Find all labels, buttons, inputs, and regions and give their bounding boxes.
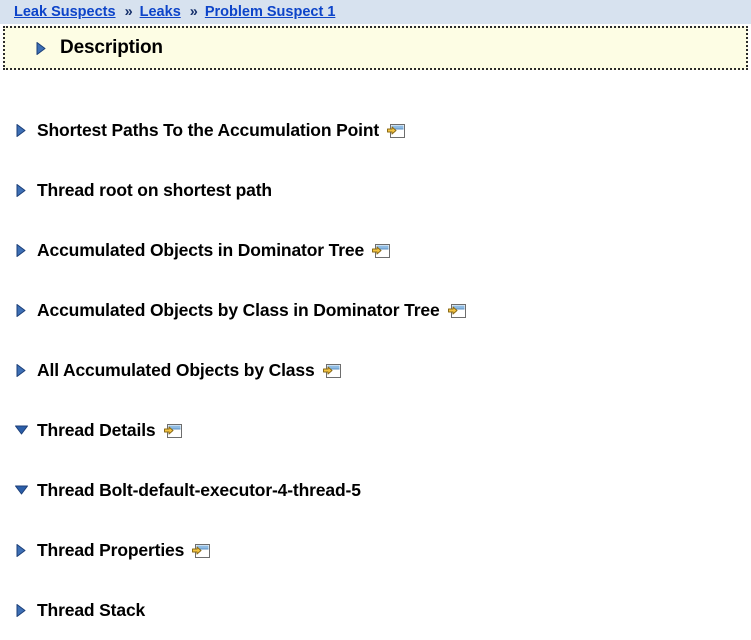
triangle-down-icon[interactable] [14, 422, 28, 438]
open-in-pane-icon[interactable] [322, 363, 341, 380]
breadcrumb-link-problem-suspect-1[interactable]: Problem Suspect 1 [205, 4, 336, 20]
open-in-pane-icon[interactable] [447, 303, 466, 320]
breadcrumb-separator: » [124, 4, 133, 20]
section-row[interactable]: Thread Properties [0, 520, 751, 580]
breadcrumb-separator: » [189, 4, 198, 20]
section-row[interactable]: All Accumulated Objects by Class [0, 340, 751, 400]
triangle-right-icon[interactable] [14, 242, 28, 258]
section-row[interactable]: Thread Details [0, 400, 751, 460]
section-list: Shortest Paths To the Accumulation Point… [0, 100, 751, 640]
open-in-pane-icon[interactable] [163, 423, 182, 440]
triangle-down-icon[interactable] [14, 482, 28, 498]
breadcrumb-link-leak-suspects[interactable]: Leak Suspects [14, 4, 116, 20]
section-title: Thread Details [37, 419, 156, 440]
triangle-right-icon[interactable] [34, 40, 48, 56]
triangle-right-icon[interactable] [14, 542, 28, 558]
section-row[interactable]: Accumulated Objects in Dominator Tree [0, 220, 751, 280]
section-title: Thread Properties [37, 539, 185, 560]
triangle-right-icon[interactable] [14, 302, 28, 318]
section-row[interactable]: Thread Bolt-default-executor-4-thread-5 [0, 460, 751, 520]
section-title: Thread Stack [37, 599, 146, 620]
breadcrumb: Leak Suspects » Leaks » Problem Suspect … [0, 0, 751, 24]
section-row[interactable]: Thread Stack [0, 580, 751, 640]
section-title: Thread Bolt-default-executor-4-thread-5 [37, 479, 361, 500]
open-in-pane-icon[interactable] [372, 243, 391, 260]
triangle-right-icon[interactable] [14, 182, 28, 198]
description-panel: Description [3, 26, 748, 70]
section-row[interactable]: Shortest Paths To the Accumulation Point [0, 100, 751, 160]
section-title: Accumulated Objects by Class in Dominato… [37, 299, 440, 320]
triangle-right-icon[interactable] [14, 362, 28, 378]
triangle-right-icon[interactable] [14, 602, 28, 618]
section-title: Shortest Paths To the Accumulation Point [37, 119, 380, 140]
section-row[interactable]: Thread root on shortest path [0, 160, 751, 220]
description-title: Description [60, 37, 163, 58]
triangle-right-icon[interactable] [14, 122, 28, 138]
section-title: All Accumulated Objects by Class [37, 359, 315, 380]
section-title: Accumulated Objects in Dominator Tree [37, 239, 365, 260]
section-row[interactable]: Accumulated Objects by Class in Dominato… [0, 280, 751, 340]
breadcrumb-link-leaks[interactable]: Leaks [140, 4, 181, 20]
open-in-pane-icon[interactable] [387, 123, 406, 140]
open-in-pane-icon[interactable] [192, 543, 211, 560]
section-title: Thread root on shortest path [37, 179, 272, 200]
